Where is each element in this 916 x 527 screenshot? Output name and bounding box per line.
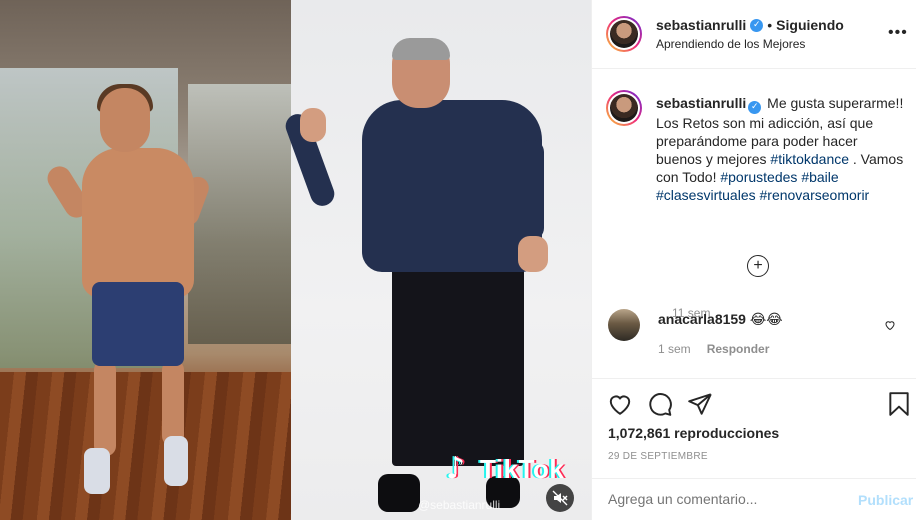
share-icon[interactable] bbox=[687, 391, 713, 417]
view-count[interactable]: 1,072,861 reproducciones bbox=[608, 425, 779, 441]
publish-button[interactable]: Publicar bbox=[858, 492, 913, 508]
dancer-shoe bbox=[84, 448, 110, 494]
dancer2-hand bbox=[300, 108, 326, 142]
caption-text: sebastianrulli ✓ Me gusta superarme!! Los… bbox=[656, 94, 906, 204]
avatar[interactable] bbox=[606, 16, 642, 52]
dancer-leg bbox=[94, 360, 116, 456]
location-link[interactable]: Aprendiendo de los Mejores bbox=[656, 37, 805, 51]
dancer2-hair bbox=[392, 38, 450, 60]
post-header: sebastianrulli ✓ • Siguiendo Aprendiendo… bbox=[592, 0, 916, 69]
heart-icon bbox=[885, 321, 895, 331]
hashtag-link[interactable]: #porustedes bbox=[720, 169, 797, 185]
hashtag-link[interactable]: #tiktokdance bbox=[770, 151, 849, 167]
tiktok-username: @sebastianrulli bbox=[418, 498, 501, 512]
hashtag-link[interactable]: #renovarseomorir bbox=[760, 187, 870, 203]
bookmark-icon[interactable] bbox=[886, 391, 912, 417]
dancer-shoe bbox=[164, 436, 188, 486]
caption-avatar[interactable] bbox=[606, 90, 642, 126]
profile-photo bbox=[610, 94, 638, 122]
comment-icon[interactable] bbox=[647, 391, 673, 417]
comment: anacarla8159 😂😂 bbox=[658, 311, 783, 328]
comment-meta: 1 sem Responder bbox=[658, 342, 769, 356]
reply-button[interactable]: Responder bbox=[707, 342, 770, 356]
post-side-panel: sebastianrulli ✓ • Siguiendo Aprendiendo… bbox=[591, 0, 916, 520]
following-button[interactable]: Siguiendo bbox=[776, 17, 844, 33]
comment-input[interactable] bbox=[608, 491, 848, 507]
action-bar: 1,072,861 reproducciones 29 DE SEPTIEMBR… bbox=[592, 378, 916, 468]
tiktok-watermark: ♪ TikTok bbox=[446, 452, 564, 486]
caption-username[interactable]: sebastianrulli bbox=[656, 95, 746, 111]
hashtag-link[interactable]: #baile bbox=[801, 169, 838, 185]
dancer-head bbox=[100, 88, 150, 152]
header-username[interactable]: sebastianrulli bbox=[656, 17, 746, 33]
dancer2-hand bbox=[518, 236, 548, 272]
speaker-muted-icon bbox=[552, 490, 568, 506]
load-more-comments-button[interactable]: + bbox=[747, 255, 769, 277]
post-date[interactable]: 29 DE SEPTIEMBRE bbox=[608, 451, 708, 462]
tiktok-logo-icon: ♪ bbox=[446, 451, 466, 486]
dancer-torso bbox=[82, 148, 194, 298]
dancer-shorts bbox=[92, 282, 184, 366]
dancer2-pants bbox=[392, 256, 524, 466]
post: ♪ TikTok @sebastianrulli sebastianrulli … bbox=[0, 0, 916, 520]
hashtag-link[interactable]: #clasesvirtuales bbox=[656, 187, 756, 203]
dancer2-arm bbox=[518, 140, 544, 240]
commenter-avatar[interactable] bbox=[608, 309, 640, 341]
plus-icon: + bbox=[753, 257, 763, 274]
window bbox=[188, 84, 291, 344]
dancer2-shoe bbox=[378, 474, 420, 512]
commenter-username[interactable]: anacarla8159 bbox=[658, 311, 746, 327]
heart-icon[interactable] bbox=[607, 391, 633, 417]
comment-like-button[interactable] bbox=[884, 318, 896, 336]
separator-dot: • bbox=[767, 17, 773, 33]
dancer2-shirt bbox=[362, 100, 542, 272]
dancer-leg bbox=[162, 360, 184, 446]
comment-text: 😂😂 bbox=[749, 311, 783, 327]
profile-photo bbox=[610, 20, 638, 48]
tiktok-label: TikTok bbox=[480, 453, 565, 484]
verified-badge-icon: ✓ bbox=[748, 101, 762, 114]
comment-timestamp[interactable]: 1 sem bbox=[658, 342, 691, 356]
verified-badge-icon: ✓ bbox=[750, 18, 764, 32]
more-options-icon[interactable]: ••• bbox=[888, 24, 908, 42]
video-left-scene bbox=[0, 0, 291, 520]
mute-button[interactable] bbox=[546, 484, 574, 512]
wood-floor bbox=[0, 372, 291, 520]
video-player[interactable]: ♪ TikTok @sebastianrulli bbox=[0, 0, 591, 520]
comment-form: Publicar bbox=[592, 478, 916, 520]
